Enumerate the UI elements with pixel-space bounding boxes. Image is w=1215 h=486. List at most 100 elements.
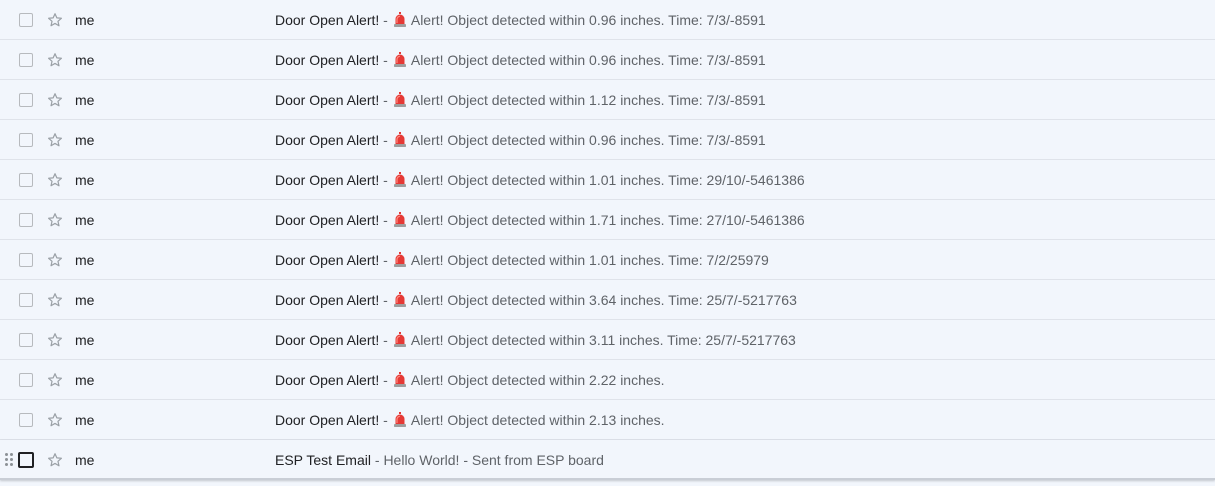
sender-name: me: [75, 412, 95, 428]
email-snippet: Alert! Object detected within 3.64 inche…: [407, 292, 797, 308]
subject-separator: -: [379, 412, 392, 428]
email-snippet: Alert! Object detected within 1.01 inche…: [407, 172, 805, 188]
subject-separator: -: [379, 52, 392, 68]
select-checkbox[interactable]: [19, 413, 33, 427]
email-subject: Door Open Alert!: [275, 372, 380, 388]
sender-name: me: [75, 12, 95, 28]
email-content: Door Open Alert! - Alert! Object detecte…: [275, 280, 797, 320]
siren-icon: [393, 52, 407, 67]
email-content: Door Open Alert! - Alert! Object detecte…: [275, 240, 769, 280]
subject-separator: -: [379, 332, 392, 348]
select-checkbox[interactable]: [19, 133, 33, 147]
email-row[interactable]: me Door Open Alert! - Alert! Object dete…: [0, 40, 1215, 80]
star-icon[interactable]: [46, 51, 64, 69]
email-row[interactable]: me Door Open Alert! - Alert! Object dete…: [0, 360, 1215, 400]
email-content: Door Open Alert! - Alert! Object detecte…: [275, 360, 665, 400]
siren-icon: [393, 372, 407, 387]
email-subject: Door Open Alert!: [275, 172, 380, 188]
email-row[interactable]: me Door Open Alert! - Alert! Object dete…: [0, 160, 1215, 200]
siren-icon: [393, 212, 407, 227]
email-snippet: Alert! Object detected within 3.11 inche…: [407, 332, 796, 348]
email-subject: Door Open Alert!: [275, 52, 380, 68]
email-content: Door Open Alert! - Alert! Object detecte…: [275, 40, 766, 80]
drag-handle-icon[interactable]: [5, 453, 15, 467]
email-subject: Door Open Alert!: [275, 132, 380, 148]
subject-separator: -: [379, 292, 392, 308]
sender-name: me: [75, 132, 95, 148]
sender-name: me: [75, 92, 95, 108]
email-content: Door Open Alert! - Alert! Object detecte…: [275, 0, 766, 40]
email-row[interactable]: me Door Open Alert! - Alert! Object dete…: [0, 240, 1215, 280]
sender-name: me: [75, 292, 95, 308]
email-row[interactable]: me Door Open Alert! - Alert! Object dete…: [0, 0, 1215, 40]
email-snippet: Alert! Object detected within 0.96 inche…: [407, 12, 766, 28]
email-content: Door Open Alert! - Alert! Object detecte…: [275, 400, 665, 440]
email-snippet: Alert! Object detected within 0.96 inche…: [407, 52, 766, 68]
select-checkbox[interactable]: [18, 452, 34, 468]
subject-separator: -: [379, 372, 392, 388]
email-subject: Door Open Alert!: [275, 332, 380, 348]
email-row[interactable]: me Door Open Alert! - Alert! Object dete…: [0, 320, 1215, 360]
email-row[interactable]: me Door Open Alert! - Alert! Object dete…: [0, 280, 1215, 320]
select-checkbox[interactable]: [19, 213, 33, 227]
email-subject: Door Open Alert!: [275, 412, 380, 428]
siren-icon: [393, 332, 407, 347]
star-icon[interactable]: [46, 451, 64, 469]
star-icon[interactable]: [46, 171, 64, 189]
email-snippet: Hello World! - Sent from ESP board: [383, 452, 604, 468]
email-content: Door Open Alert! - Alert! Object detecte…: [275, 160, 805, 200]
sender-name: me: [75, 372, 95, 388]
email-snippet: Alert! Object detected within 0.96 inche…: [407, 132, 766, 148]
select-checkbox[interactable]: [19, 373, 33, 387]
siren-icon: [393, 132, 407, 147]
email-content: Door Open Alert! - Alert! Object detecte…: [275, 120, 766, 160]
sender-name: me: [75, 252, 95, 268]
email-subject: Door Open Alert!: [275, 12, 380, 28]
email-row[interactable]: me Door Open Alert! - Alert! Object dete…: [0, 200, 1215, 240]
email-row[interactable]: me Door Open Alert! - Alert! Object dete…: [0, 120, 1215, 160]
email-content: ESP Test Email - Hello World! - Sent fro…: [275, 440, 604, 480]
email-row-hovered[interactable]: me ESP Test Email - Hello World! - Sent …: [0, 440, 1215, 480]
sender-name: me: [75, 452, 95, 468]
siren-icon: [393, 292, 407, 307]
select-checkbox[interactable]: [19, 253, 33, 267]
select-checkbox[interactable]: [19, 333, 33, 347]
email-list: me Door Open Alert! - Alert! Object dete…: [0, 0, 1215, 480]
email-subject: Door Open Alert!: [275, 92, 380, 108]
sender-name: me: [75, 172, 95, 188]
star-icon[interactable]: [46, 291, 64, 309]
email-row[interactable]: me Door Open Alert! - Alert! Object dete…: [0, 80, 1215, 120]
email-snippet: Alert! Object detected within 1.12 inche…: [407, 92, 766, 108]
email-subject: Door Open Alert!: [275, 212, 380, 228]
star-icon[interactable]: [46, 91, 64, 109]
subject-separator: -: [370, 452, 384, 468]
star-icon[interactable]: [46, 371, 64, 389]
sender-name: me: [75, 212, 95, 228]
star-icon[interactable]: [46, 411, 64, 429]
subject-separator: -: [379, 12, 392, 28]
select-checkbox[interactable]: [19, 173, 33, 187]
select-checkbox[interactable]: [19, 93, 33, 107]
select-checkbox[interactable]: [19, 13, 33, 27]
siren-icon: [393, 412, 407, 427]
subject-separator: -: [379, 172, 392, 188]
sender-name: me: [75, 332, 95, 348]
email-content: Door Open Alert! - Alert! Object detecte…: [275, 80, 766, 120]
star-icon[interactable]: [46, 11, 64, 29]
siren-icon: [393, 252, 407, 267]
subject-separator: -: [379, 252, 392, 268]
select-checkbox[interactable]: [19, 293, 33, 307]
star-icon[interactable]: [46, 131, 64, 149]
email-snippet: Alert! Object detected within 1.01 inche…: [407, 252, 769, 268]
star-icon[interactable]: [46, 251, 64, 269]
star-icon[interactable]: [46, 211, 64, 229]
star-icon[interactable]: [46, 331, 64, 349]
email-row[interactable]: me Door Open Alert! - Alert! Object dete…: [0, 400, 1215, 440]
sender-name: me: [75, 52, 95, 68]
siren-icon: [393, 92, 407, 107]
subject-separator: -: [379, 212, 392, 228]
email-content: Door Open Alert! - Alert! Object detecte…: [275, 200, 805, 240]
email-snippet: Alert! Object detected within 2.22 inche…: [407, 372, 665, 388]
email-subject: Door Open Alert!: [275, 252, 380, 268]
select-checkbox[interactable]: [19, 53, 33, 67]
